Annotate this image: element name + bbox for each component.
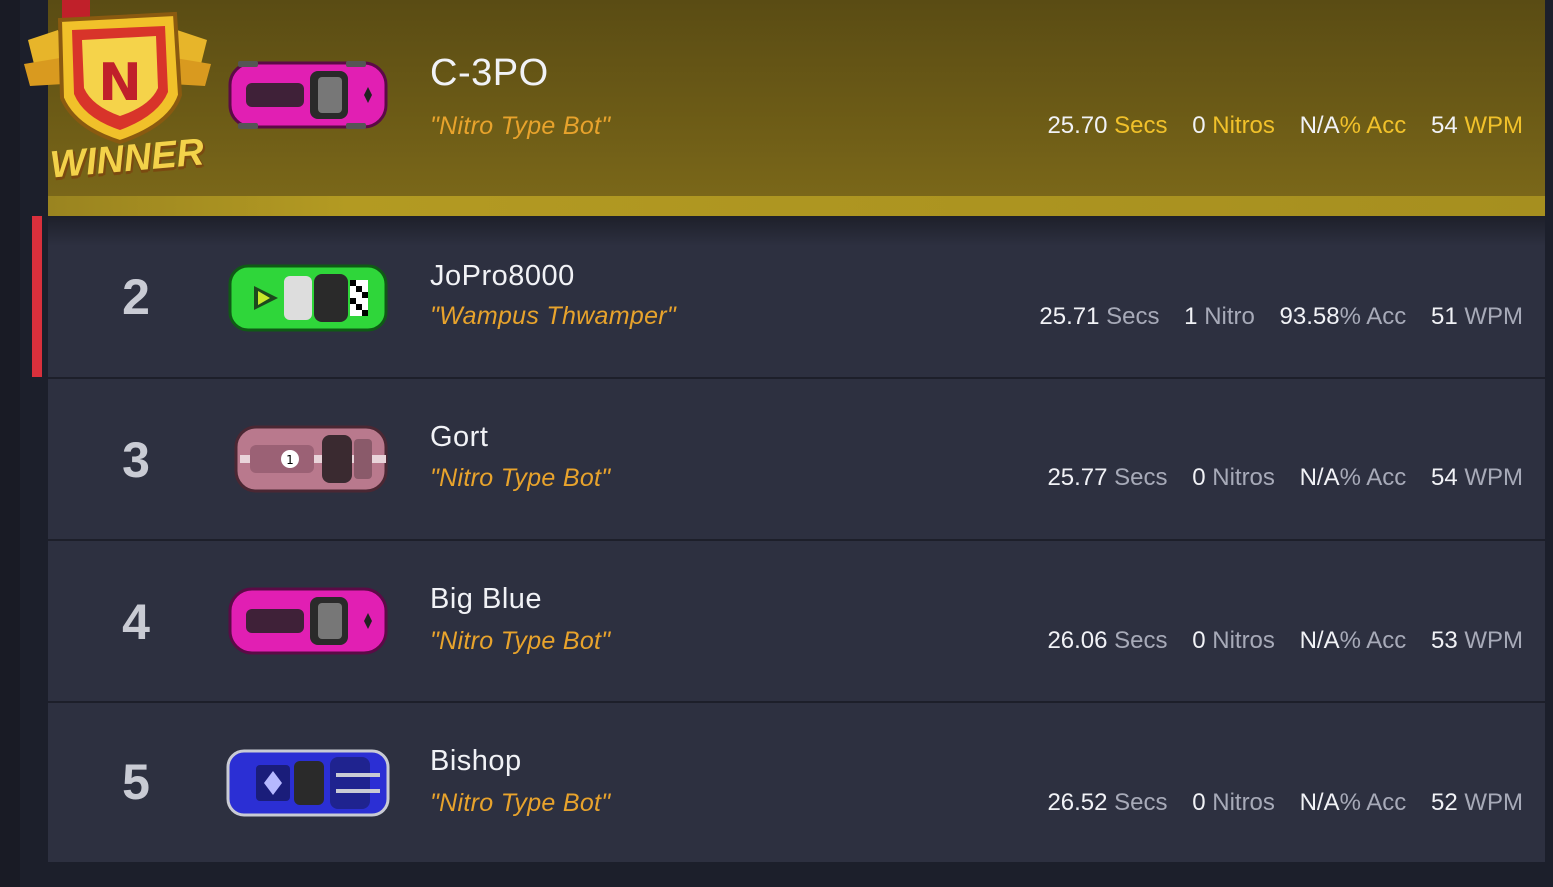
- nitros-used: 0 Nitros: [1192, 112, 1275, 139]
- nitros-unit: Nitros: [1212, 627, 1275, 654]
- race-place: 3: [122, 432, 150, 488]
- race-place: 4: [122, 594, 150, 650]
- racer-stats: 25.71 Secs 1 Nitro 93.58% Acc 51 WPM: [1021, 303, 1523, 331]
- race-time-value: 25.70: [1047, 112, 1108, 139]
- race-time: 25.77 Secs: [1047, 464, 1167, 491]
- racer-stats: 25.77 Secs 0 Nitros N/A% Acc 54 WPM: [1029, 464, 1523, 492]
- wpm: 54 WPM: [1431, 112, 1523, 139]
- wpm-value: 54: [1430, 464, 1458, 491]
- race-place: 2: [122, 269, 150, 325]
- nitros-unit: Nitros: [1212, 789, 1275, 816]
- racer-title: "Nitro Type Bot": [430, 464, 611, 492]
- nitros-used: 0 Nitros: [1192, 627, 1275, 654]
- nitros-used: 0 Nitros: [1192, 789, 1275, 816]
- race-time: 25.70 Secs: [1047, 112, 1167, 139]
- accuracy-unit: % Acc: [1339, 112, 1407, 139]
- accuracy: N/A% Acc: [1300, 112, 1407, 139]
- race-time-value: 25.71: [1039, 303, 1100, 330]
- race-results-list: C-3PO "Nitro Type Bot" 25.70 Secs 0 Nitr…: [48, 0, 1545, 862]
- wpm-value: 52: [1430, 789, 1458, 816]
- winner-strip: [48, 196, 1545, 216]
- race-time-value: 26.52: [1047, 789, 1108, 816]
- nitros-used: 0 Nitros: [1192, 464, 1275, 491]
- nitros-used: 1 Nitro: [1184, 303, 1255, 330]
- accuracy: N/A% Acc: [1300, 464, 1407, 491]
- race-results-screen: C-3PO "Nitro Type Bot" 25.70 Secs 0 Nitr…: [0, 0, 1553, 887]
- accuracy-value: N/A: [1299, 627, 1340, 654]
- race-time: 26.52 Secs: [1047, 789, 1167, 816]
- racer-name[interactable]: Gort: [430, 421, 488, 454]
- nitros-value: 0: [1192, 789, 1206, 816]
- wpm-value: 54: [1430, 112, 1458, 139]
- race-place: 5: [122, 754, 150, 810]
- race-time: 25.71 Secs: [1039, 303, 1159, 330]
- nitros-value: 0: [1192, 464, 1206, 491]
- accuracy-value: N/A: [1299, 464, 1340, 491]
- racer-row-3[interactable]: 3 1 Gort "Nitro Type Bot" 25.77 Secs 0 N…: [48, 379, 1545, 541]
- nitros-value: 0: [1192, 627, 1206, 654]
- accuracy-unit: % Acc: [1339, 303, 1407, 330]
- wpm: 52 WPM: [1431, 789, 1523, 816]
- racer-stats: 25.70 Secs 0 Nitros N/A% Acc 54 WPM: [1029, 112, 1523, 140]
- accuracy-value: 93.58: [1279, 303, 1340, 330]
- accuracy-value: N/A: [1299, 789, 1340, 816]
- wpm-value: 53: [1430, 627, 1458, 654]
- nitros-unit: Nitros: [1212, 464, 1275, 491]
- racer-title: "Nitro Type Bot": [430, 789, 611, 817]
- racer-row-winner[interactable]: C-3PO "Nitro Type Bot" 25.70 Secs 0 Nitr…: [48, 0, 1545, 196]
- accuracy: N/A% Acc: [1300, 627, 1407, 654]
- racer-stats: 26.06 Secs 0 Nitros N/A% Acc 53 WPM: [1029, 627, 1523, 655]
- racer-name[interactable]: JoPro8000: [430, 260, 575, 293]
- nitros-unit: Nitro: [1204, 303, 1255, 330]
- svg-text:1: 1: [286, 453, 294, 467]
- winner-badge: N WINNER: [20, 0, 215, 195]
- racer-car-icon: [226, 258, 391, 338]
- wpm-unit: WPM: [1464, 464, 1523, 491]
- accuracy-unit: % Acc: [1339, 789, 1407, 816]
- racer-title: "Nitro Type Bot": [430, 627, 611, 655]
- racer-stats: 26.52 Secs 0 Nitros N/A% Acc 52 WPM: [1029, 789, 1523, 817]
- wpm: 53 WPM: [1431, 627, 1523, 654]
- racer-row-5[interactable]: 5 Bishop "Nitro Type Bot" 26.52 Secs 0 N…: [48, 703, 1545, 862]
- racer-car-icon: [226, 581, 391, 661]
- racer-car-icon: 1: [226, 419, 391, 499]
- race-time-value: 26.06: [1047, 627, 1108, 654]
- accuracy-unit: % Acc: [1339, 464, 1407, 491]
- wpm-unit: WPM: [1464, 627, 1523, 654]
- wpm-unit: WPM: [1464, 112, 1523, 139]
- race-time: 26.06 Secs: [1047, 627, 1167, 654]
- accuracy: N/A% Acc: [1300, 789, 1407, 816]
- current-player-marker: [32, 216, 42, 377]
- nitros-value: 0: [1192, 112, 1206, 139]
- wpm: 51 WPM: [1431, 303, 1523, 330]
- race-time-unit: Secs: [1114, 464, 1168, 491]
- nitros-unit: Nitros: [1212, 112, 1275, 139]
- race-time-unit: Secs: [1106, 303, 1160, 330]
- race-time-unit: Secs: [1114, 627, 1168, 654]
- nitros-value: 1: [1184, 303, 1198, 330]
- wpm-unit: WPM: [1464, 789, 1523, 816]
- accuracy: 93.58% Acc: [1280, 303, 1407, 330]
- badge-letter: N: [98, 53, 142, 113]
- wpm: 54 WPM: [1431, 464, 1523, 491]
- wpm-value: 51: [1430, 303, 1458, 330]
- racer-name[interactable]: C-3PO: [430, 52, 549, 95]
- racer-name[interactable]: Big Blue: [430, 583, 542, 616]
- racer-row-4[interactable]: 4 Big Blue "Nitro Type Bot" 26.06 Secs 0…: [48, 541, 1545, 703]
- racer-name[interactable]: Bishop: [430, 745, 522, 778]
- accuracy-value: N/A: [1299, 112, 1340, 139]
- racer-car-icon: [226, 743, 391, 823]
- racer-car-icon: [226, 55, 391, 135]
- race-time-unit: Secs: [1114, 112, 1168, 139]
- racer-title: "Nitro Type Bot": [430, 112, 611, 140]
- left-rail: [0, 0, 20, 887]
- racer-title: "Wampus Thwamper": [430, 302, 677, 330]
- accuracy-unit: % Acc: [1339, 627, 1407, 654]
- winner-shadow: [48, 216, 1545, 246]
- wpm-unit: WPM: [1464, 303, 1523, 330]
- race-time-unit: Secs: [1114, 789, 1168, 816]
- race-time-value: 25.77: [1047, 464, 1108, 491]
